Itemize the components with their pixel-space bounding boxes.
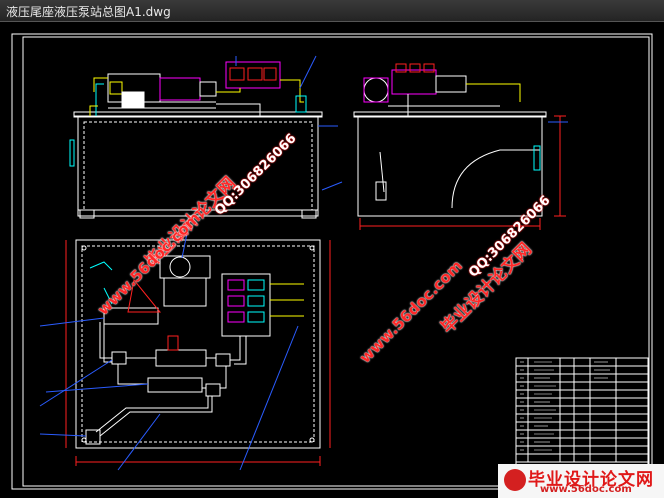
logo-url-text: www.56doc.com: [540, 484, 632, 495]
site-logo: 毕业设计论文网 www.56doc.com: [498, 464, 664, 498]
cad-viewer-window: 液压尾座液压泵站总图A1.dwg 毕业设计论文网 QQ:306826066 ww…: [0, 0, 664, 498]
plan-view: [39, 217, 331, 471]
window-title: 液压尾座液压泵站总图A1.dwg: [6, 5, 171, 19]
drawing-inner-border: [22, 36, 650, 487]
logo-badge-icon: [504, 469, 526, 491]
title-bar: 液压尾座液压泵站总图A1.dwg: [0, 0, 664, 22]
cad-drawing[interactable]: [0, 22, 664, 498]
drawing-canvas[interactable]: 毕业设计论文网 QQ:306826066 www.56doc.com www.5…: [0, 22, 664, 498]
